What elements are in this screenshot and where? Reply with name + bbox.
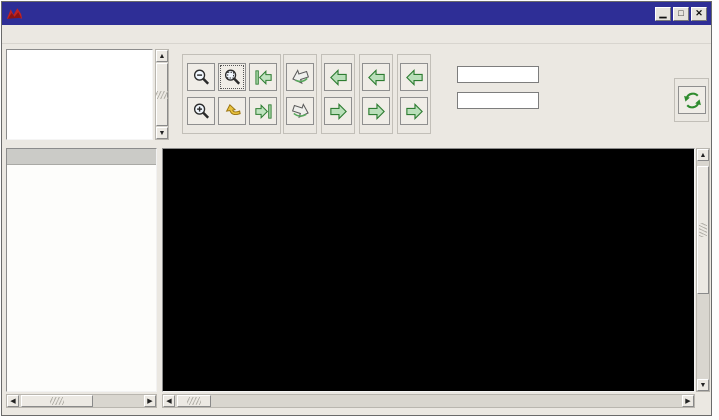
shift-group [397,54,431,134]
page-group [283,54,317,134]
shift-left-button[interactable] [400,63,428,91]
wave-canvas[interactable] [163,149,694,391]
scroll-left-icon[interactable]: ◀ [7,395,19,407]
to-input[interactable] [457,92,539,109]
scroll-down-icon[interactable]: ▼ [697,379,709,391]
undo-arrow-icon [222,101,243,122]
title-bar[interactable]: ▁ □ ✕ [2,2,711,25]
gtkwave-logo-icon [6,6,23,21]
status-message-box [6,49,153,140]
from-input[interactable] [457,66,539,83]
page-left-button[interactable] [286,63,314,91]
scroll-right-icon[interactable]: ▶ [682,395,694,407]
scroll-down-icon[interactable]: ▼ [156,127,168,139]
wave-display[interactable] [162,148,695,392]
menu-view[interactable] [118,32,140,36]
arrow-left-icon [328,67,349,88]
fetch-group [321,54,355,134]
zoom-undo-button[interactable] [218,97,246,125]
disc-left-button[interactable] [362,63,390,91]
zoom-out-button[interactable] [187,63,215,91]
minimize-button[interactable]: ▁ [655,7,671,21]
disc-group [359,54,393,134]
time-readouts [547,56,651,65]
arrow-to-start-icon [253,67,274,88]
fetch-left-button[interactable] [324,63,352,91]
arrow-to-end-icon [253,101,274,122]
zoom-group [182,54,281,134]
scroll-left-icon[interactable]: ◀ [163,395,175,407]
zoom-fit-icon [222,67,243,88]
page-right-icon [290,101,311,122]
maximize-button[interactable]: □ [673,7,689,21]
time-header[interactable] [7,149,156,165]
page-right-button[interactable] [286,97,314,125]
menu-file[interactable] [8,32,30,36]
arrow-right-icon [366,101,387,122]
shift-right-button[interactable] [400,97,428,125]
menu-help[interactable] [140,32,162,36]
arrow-right-icon [404,101,425,122]
signals-h-scrollbar[interactable]: ◀ ▶ [6,394,157,408]
scroll-right-icon[interactable]: ▶ [144,395,156,407]
menu-bar [2,25,711,44]
signals-list [6,148,157,392]
reload-icon [682,90,703,111]
signals-h-scrollbar-thumb[interactable] [21,395,93,407]
arrow-right-icon [328,101,349,122]
waves-h-scrollbar[interactable]: ◀ ▶ [162,394,695,408]
menu-time[interactable] [74,32,96,36]
arrow-left-icon [366,67,387,88]
scroll-up-icon[interactable]: ▲ [156,50,168,62]
zoom-to-end-button[interactable] [249,97,277,125]
menu-search[interactable] [52,32,74,36]
zoom-to-start-button[interactable] [249,63,277,91]
waves-h-scrollbar-thumb[interactable] [177,395,211,407]
reload-button[interactable] [678,86,706,114]
fetch-right-button[interactable] [324,97,352,125]
zoom-out-icon [191,67,212,88]
status-scrollbar-thumb[interactable] [156,63,168,126]
zoom-fit-button[interactable] [218,63,246,91]
zoom-in-icon [191,101,212,122]
waves-v-scrollbar[interactable]: ▲ ▼ [696,148,710,392]
waves-v-scrollbar-thumb[interactable] [697,166,709,294]
scroll-up-icon[interactable]: ▲ [697,149,709,161]
menu-markers[interactable] [96,32,118,36]
menu-edit[interactable] [30,32,52,36]
gtkwave-window: ▁ □ ✕ ▲ ▼ [1,1,712,416]
zoom-in-button[interactable] [187,97,215,125]
arrow-left-icon [404,67,425,88]
close-button[interactable]: ✕ [691,7,707,21]
reload-group [674,78,709,122]
disc-right-button[interactable] [362,97,390,125]
status-scrollbar[interactable]: ▲ ▼ [155,49,169,140]
page-left-icon [290,67,311,88]
